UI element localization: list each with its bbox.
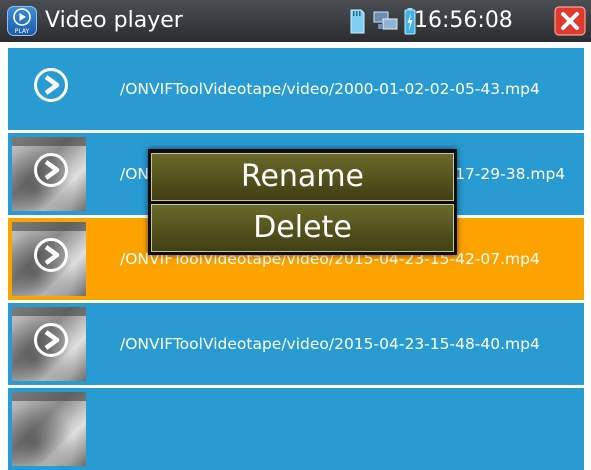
- play-icon: [34, 153, 68, 187]
- sd-card-icon: [350, 9, 365, 34]
- context-menu: Rename Delete: [148, 149, 457, 255]
- clock: 16:56:08: [414, 8, 513, 33]
- list-item-video-1[interactable]: /ONVIFToolVideotape/video/2000-01-02-02-…: [8, 48, 584, 130]
- play-icon: [34, 323, 68, 357]
- list-item-video-4[interactable]: /ONVIFToolVideotape/video/2015-04-23-15-…: [8, 303, 584, 385]
- title-bar: PLAY Video player 16:56:08: [0, 0, 591, 42]
- scrollbar-thumb[interactable]: [585, 52, 591, 80]
- page-title: Video player: [45, 8, 183, 33]
- play-icon: [34, 68, 68, 102]
- delete-button[interactable]: Delete: [151, 204, 454, 252]
- list-item-video-5[interactable]: [8, 388, 584, 470]
- play-app-icon: PLAY: [7, 6, 37, 36]
- rename-button[interactable]: Rename: [151, 153, 454, 201]
- close-button[interactable]: [554, 6, 586, 36]
- app-icon-label: PLAY: [14, 28, 30, 35]
- network-icon: [373, 11, 398, 30]
- video-file-path: /ONVIFToolVideotape/video/2015-04-23-15-…: [120, 335, 540, 353]
- video-thumbnail: [12, 392, 86, 466]
- play-icon: [34, 238, 68, 272]
- video-file-path: /ONVIFToolVideotape/video/2000-01-02-02-…: [120, 80, 540, 98]
